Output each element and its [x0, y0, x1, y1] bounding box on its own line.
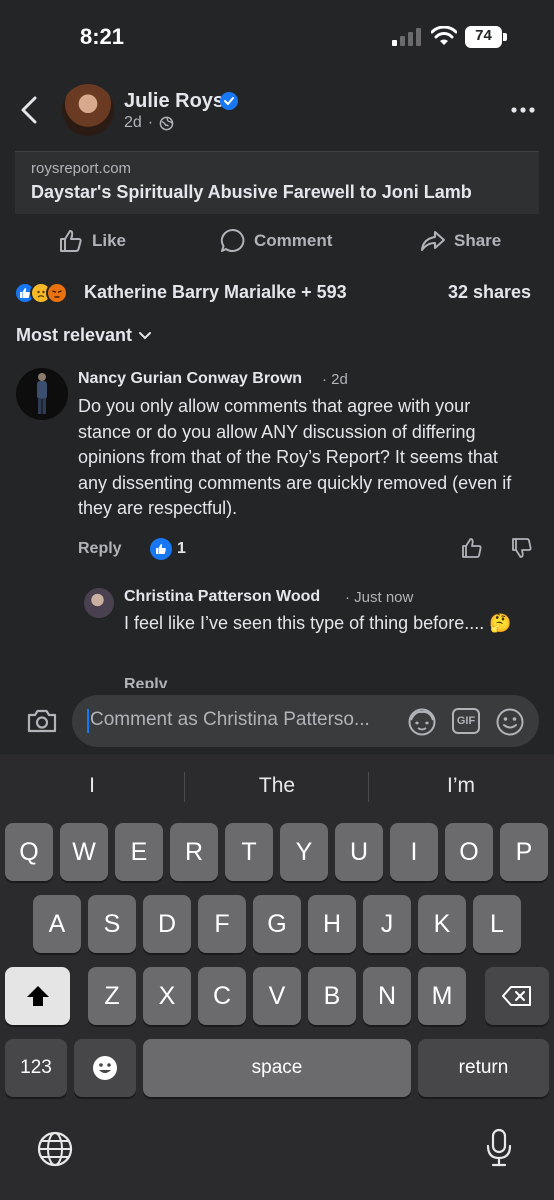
thumbs-up-icon [60, 230, 82, 252]
verified-badge-icon [220, 92, 238, 110]
key-t[interactable]: T [225, 823, 273, 881]
backspace-key[interactable] [485, 967, 549, 1025]
key-a[interactable]: A [33, 895, 81, 953]
comment-sort-dropdown[interactable]: Most relevant [16, 325, 152, 346]
key-s[interactable]: S [88, 895, 136, 953]
chevron-down-icon [139, 331, 152, 339]
numbers-key[interactable]: 123 [5, 1039, 67, 1097]
comment-label: Comment [254, 231, 333, 250]
comment-like-count[interactable]: 1 [177, 540, 186, 558]
return-key[interactable]: return [418, 1039, 549, 1097]
key-v[interactable]: V [253, 967, 301, 1025]
suggestion-1[interactable]: I [2, 774, 182, 798]
globe-icon [159, 116, 174, 130]
reactors-summary[interactable]: Katherine Barry Marialke + 593 [84, 282, 347, 303]
back-chevron-icon[interactable] [18, 96, 42, 124]
link-preview-card[interactable]: roysreport.com Daystar's Spiritually Abu… [15, 151, 539, 214]
text-cursor [87, 709, 89, 733]
space-key[interactable]: space [143, 1039, 411, 1097]
key-y[interactable]: Y [280, 823, 328, 881]
emoji-face-icon [93, 1056, 117, 1080]
status-time: 8:21 [80, 24, 125, 49]
comment-composer: Comment as Christina Patterso... GIF [0, 688, 554, 754]
gif-button[interactable]: GIF [452, 708, 480, 734]
like-button[interactable]: Like [58, 226, 126, 256]
share-label: Share [454, 231, 502, 250]
key-b[interactable]: B [308, 967, 356, 1025]
angry-icon [46, 282, 68, 304]
key-p[interactable]: P [500, 823, 548, 881]
microphone-icon[interactable] [484, 1128, 514, 1168]
emoji-key[interactable] [74, 1039, 136, 1097]
link-title: Daystar's Spiritually Abusive Farewell t… [31, 182, 472, 202]
author-avatar[interactable] [62, 84, 114, 136]
avatar-sticker-icon[interactable] [407, 707, 437, 737]
key-e[interactable]: E [115, 823, 163, 881]
battery-indicator: 74 [465, 26, 507, 48]
key-d[interactable]: D [143, 895, 191, 953]
backspace-icon [502, 986, 531, 1006]
key-l[interactable]: L [473, 895, 521, 953]
wifi-icon [431, 26, 457, 45]
key-u[interactable]: U [335, 823, 383, 881]
suggestion-3[interactable]: I’m [371, 774, 551, 798]
comment-button[interactable]: Comment [220, 226, 332, 256]
key-w[interactable]: W [60, 823, 108, 881]
key-q[interactable]: Q [5, 823, 53, 881]
reply-text: I feel like I’ve seen this type of thing… [124, 613, 512, 633]
comment-placeholder: Comment as Christina Patterso... [90, 709, 370, 730]
shares-count[interactable]: 32 shares [448, 282, 531, 303]
on-screen-keyboard: I The I’m 123 space return QWERTYUIOPASD… [0, 754, 554, 1200]
key-z[interactable]: Z [88, 967, 136, 1025]
key-r[interactable]: R [170, 823, 218, 881]
like-icon [150, 538, 172, 560]
share-button[interactable]: Share [420, 226, 501, 256]
sort-label: Most relevant [16, 325, 133, 345]
key-x[interactable]: X [143, 967, 191, 1025]
emoji-icon[interactable] [495, 707, 525, 737]
commenter-name[interactable]: Nancy Gurian Conway Brown [78, 370, 302, 388]
upvote-thumbs-up-icon[interactable] [460, 536, 484, 560]
reply-button[interactable]: Reply [124, 676, 168, 688]
key-h[interactable]: H [308, 895, 356, 953]
downvote-thumbs-down-icon[interactable] [510, 536, 534, 560]
post-meta: 2d · [124, 114, 174, 132]
key-k[interactable]: K [418, 895, 466, 953]
key-f[interactable]: F [198, 895, 246, 953]
battery-level: 74 [475, 27, 492, 44]
like-label: Like [92, 231, 127, 250]
key-i[interactable]: I [390, 823, 438, 881]
share-arrow-icon [421, 231, 445, 251]
post-age: 2d [124, 114, 142, 131]
cellular-signal-icon [392, 28, 421, 46]
reply-button[interactable]: Reply [78, 540, 122, 558]
key-j[interactable]: J [363, 895, 411, 953]
camera-icon[interactable] [26, 708, 58, 734]
comment-input[interactable]: Comment as Christina Patterso... GIF [72, 695, 539, 747]
key-m[interactable]: M [418, 967, 466, 1025]
link-domain: roysreport.com [31, 160, 132, 177]
comment-bubble-icon [220, 228, 245, 252]
key-n[interactable]: N [363, 967, 411, 1025]
reply-author-avatar[interactable] [84, 588, 114, 618]
more-options-icon[interactable] [510, 100, 536, 120]
comment-time: · 2d [322, 371, 348, 388]
reaction-icons[interactable] [14, 282, 68, 304]
author-name[interactable]: Julie Roys [124, 90, 224, 113]
comment-text: Do you only allow comments that agree wi… [78, 396, 512, 518]
reply-author-name[interactable]: Christina Patterson Wood [124, 588, 320, 606]
globe-keyboard-icon[interactable] [36, 1130, 74, 1168]
key-g[interactable]: G [253, 895, 301, 953]
shift-key[interactable] [5, 967, 70, 1025]
suggestion-divider [368, 772, 369, 802]
shift-arrow-icon [26, 986, 49, 1006]
commenter-avatar[interactable] [16, 368, 68, 420]
reply-time: · Just now [345, 589, 414, 606]
suggestion-divider [184, 772, 185, 802]
suggestion-2[interactable]: The [187, 774, 367, 798]
key-o[interactable]: O [445, 823, 493, 881]
key-c[interactable]: C [198, 967, 246, 1025]
